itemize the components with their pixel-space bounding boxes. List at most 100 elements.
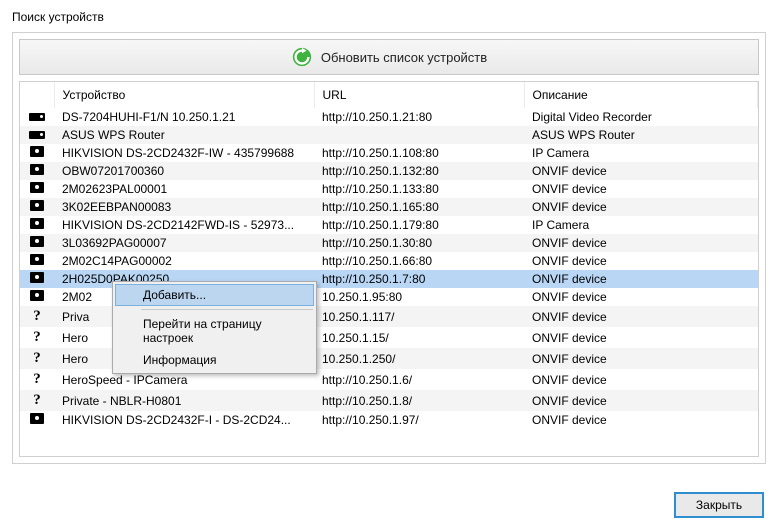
table-row[interactable]: 3L03692PAG00007http://10.250.1.30:80ONVI… (20, 234, 758, 252)
question-icon: ? (33, 329, 41, 345)
description-cell: ONVIF device (524, 369, 758, 390)
device-cell: Private - NBLR-H0801 (54, 390, 314, 411)
row-icon-cell (20, 126, 54, 144)
camera-icon (30, 146, 44, 157)
row-icon-cell (20, 162, 54, 180)
url-cell: http://10.250.1.132:80 (314, 162, 524, 180)
row-icon-cell: ? (20, 390, 54, 411)
url-cell: 10.250.1.117/ (314, 306, 524, 327)
camera-icon (30, 254, 44, 265)
device-cell: ASUS WPS Router (54, 126, 314, 144)
question-icon: ? (33, 308, 41, 324)
row-icon-cell (20, 198, 54, 216)
device-table-wrap[interactable]: Устройство URL Описание DS-7204HUHI-F1/N… (19, 81, 759, 457)
camera-icon (30, 182, 44, 193)
url-cell: http://10.250.1.8/ (314, 390, 524, 411)
url-cell: http://10.250.1.133:80 (314, 180, 524, 198)
question-icon: ? (33, 392, 41, 408)
url-cell: http://10.250.1.165:80 (314, 198, 524, 216)
menu-item-info[interactable]: Информация (115, 349, 314, 371)
camera-icon (30, 236, 44, 247)
table-row[interactable]: ?Private - NBLR-H0801http://10.250.1.8/O… (20, 390, 758, 411)
table-row[interactable]: 2M02C14PAG00002http://10.250.1.66:80ONVI… (20, 252, 758, 270)
description-cell: ONVIF device (524, 348, 758, 369)
header-device[interactable]: Устройство (54, 82, 314, 108)
camera-icon (30, 290, 44, 301)
url-cell: 10.250.1.15/ (314, 327, 524, 348)
url-cell: http://10.250.1.30:80 (314, 234, 524, 252)
row-icon-cell (20, 411, 54, 429)
row-icon-cell (20, 180, 54, 198)
device-table: Устройство URL Описание DS-7204HUHI-F1/N… (20, 82, 758, 429)
header-description[interactable]: Описание (524, 82, 758, 108)
url-cell: http://10.250.1.179:80 (314, 216, 524, 234)
device-cell: HIKVISION DS-2CD2432F-IW - 435799688 (54, 144, 314, 162)
camera-icon (30, 413, 44, 424)
row-icon-cell (20, 288, 54, 306)
url-cell: http://10.250.1.97/ (314, 411, 524, 429)
camera-icon (30, 164, 44, 175)
window-title: Поиск устройств (12, 10, 766, 24)
table-row[interactable]: HIKVISION DS-2CD2432F-I - DS-2CD24...htt… (20, 411, 758, 429)
description-cell: ONVIF device (524, 270, 758, 288)
row-icon-cell (20, 234, 54, 252)
table-row[interactable]: 3K02EEBPAN00083http://10.250.1.165:80ONV… (20, 198, 758, 216)
context-menu: Добавить... Перейти на страницу настроек… (112, 281, 317, 374)
row-icon-cell: ? (20, 306, 54, 327)
row-icon-cell (20, 108, 54, 126)
url-cell: http://10.250.1.108:80 (314, 144, 524, 162)
device-cell: DS-7204HUHI-F1/N 10.250.1.21 (54, 108, 314, 126)
table-row[interactable]: DS-7204HUHI-F1/N 10.250.1.21http://10.25… (20, 108, 758, 126)
url-cell: http://10.250.1.6/ (314, 369, 524, 390)
header-icon[interactable] (20, 82, 54, 108)
table-row[interactable]: HIKVISION DS-2CD2142FWD-IS - 52973...htt… (20, 216, 758, 234)
description-cell: IP Camera (524, 144, 758, 162)
refresh-button[interactable]: Обновить список устройств (19, 39, 759, 75)
description-cell: ONVIF device (524, 198, 758, 216)
row-icon-cell: ? (20, 327, 54, 348)
device-cell: 3K02EEBPAN00083 (54, 198, 314, 216)
device-cell: HIKVISION DS-2CD2142FWD-IS - 52973... (54, 216, 314, 234)
url-cell (314, 126, 524, 144)
description-cell: ASUS WPS Router (524, 126, 758, 144)
description-cell: ONVIF device (524, 288, 758, 306)
url-cell: http://10.250.1.21:80 (314, 108, 524, 126)
menu-item-add[interactable]: Добавить... (115, 284, 314, 306)
refresh-icon (291, 46, 313, 68)
main-panel: Обновить список устройств Устройство URL… (12, 32, 766, 464)
description-cell: Digital Video Recorder (524, 108, 758, 126)
table-row[interactable]: OBW07201700360http://10.250.1.132:80ONVI… (20, 162, 758, 180)
device-cell: 2M02623PAL00001 (54, 180, 314, 198)
description-cell: ONVIF device (524, 306, 758, 327)
url-cell: 10.250.1.95:80 (314, 288, 524, 306)
device-cell: 2M02C14PAG00002 (54, 252, 314, 270)
camera-icon (30, 200, 44, 211)
url-cell: 10.250.1.250/ (314, 348, 524, 369)
url-cell: http://10.250.1.7:80 (314, 270, 524, 288)
row-icon-cell (20, 270, 54, 288)
question-icon: ? (33, 350, 41, 366)
header-url[interactable]: URL (314, 82, 524, 108)
row-icon-cell (20, 216, 54, 234)
row-icon-cell: ? (20, 348, 54, 369)
question-icon: ? (33, 371, 41, 387)
device-cell: HIKVISION DS-2CD2432F-I - DS-2CD24... (54, 411, 314, 429)
menu-item-open-settings[interactable]: Перейти на страницу настроек (115, 313, 314, 349)
description-cell: ONVIF device (524, 327, 758, 348)
refresh-label: Обновить список устройств (321, 50, 487, 65)
description-cell: ONVIF device (524, 252, 758, 270)
device-cell: OBW07201700360 (54, 162, 314, 180)
dvr-icon (29, 131, 45, 139)
description-cell: ONVIF device (524, 411, 758, 429)
url-cell: http://10.250.1.66:80 (314, 252, 524, 270)
description-cell: ONVIF device (524, 162, 758, 180)
table-row[interactable]: 2M02623PAL00001http://10.250.1.133:80ONV… (20, 180, 758, 198)
table-row[interactable]: ASUS WPS Router ASUS WPS Router (20, 126, 758, 144)
close-button[interactable]: Закрыть (674, 492, 764, 518)
row-icon-cell: ? (20, 369, 54, 390)
row-icon-cell (20, 144, 54, 162)
device-cell: 3L03692PAG00007 (54, 234, 314, 252)
camera-icon (30, 272, 44, 283)
row-icon-cell (20, 252, 54, 270)
table-row[interactable]: HIKVISION DS-2CD2432F-IW - 435799688http… (20, 144, 758, 162)
